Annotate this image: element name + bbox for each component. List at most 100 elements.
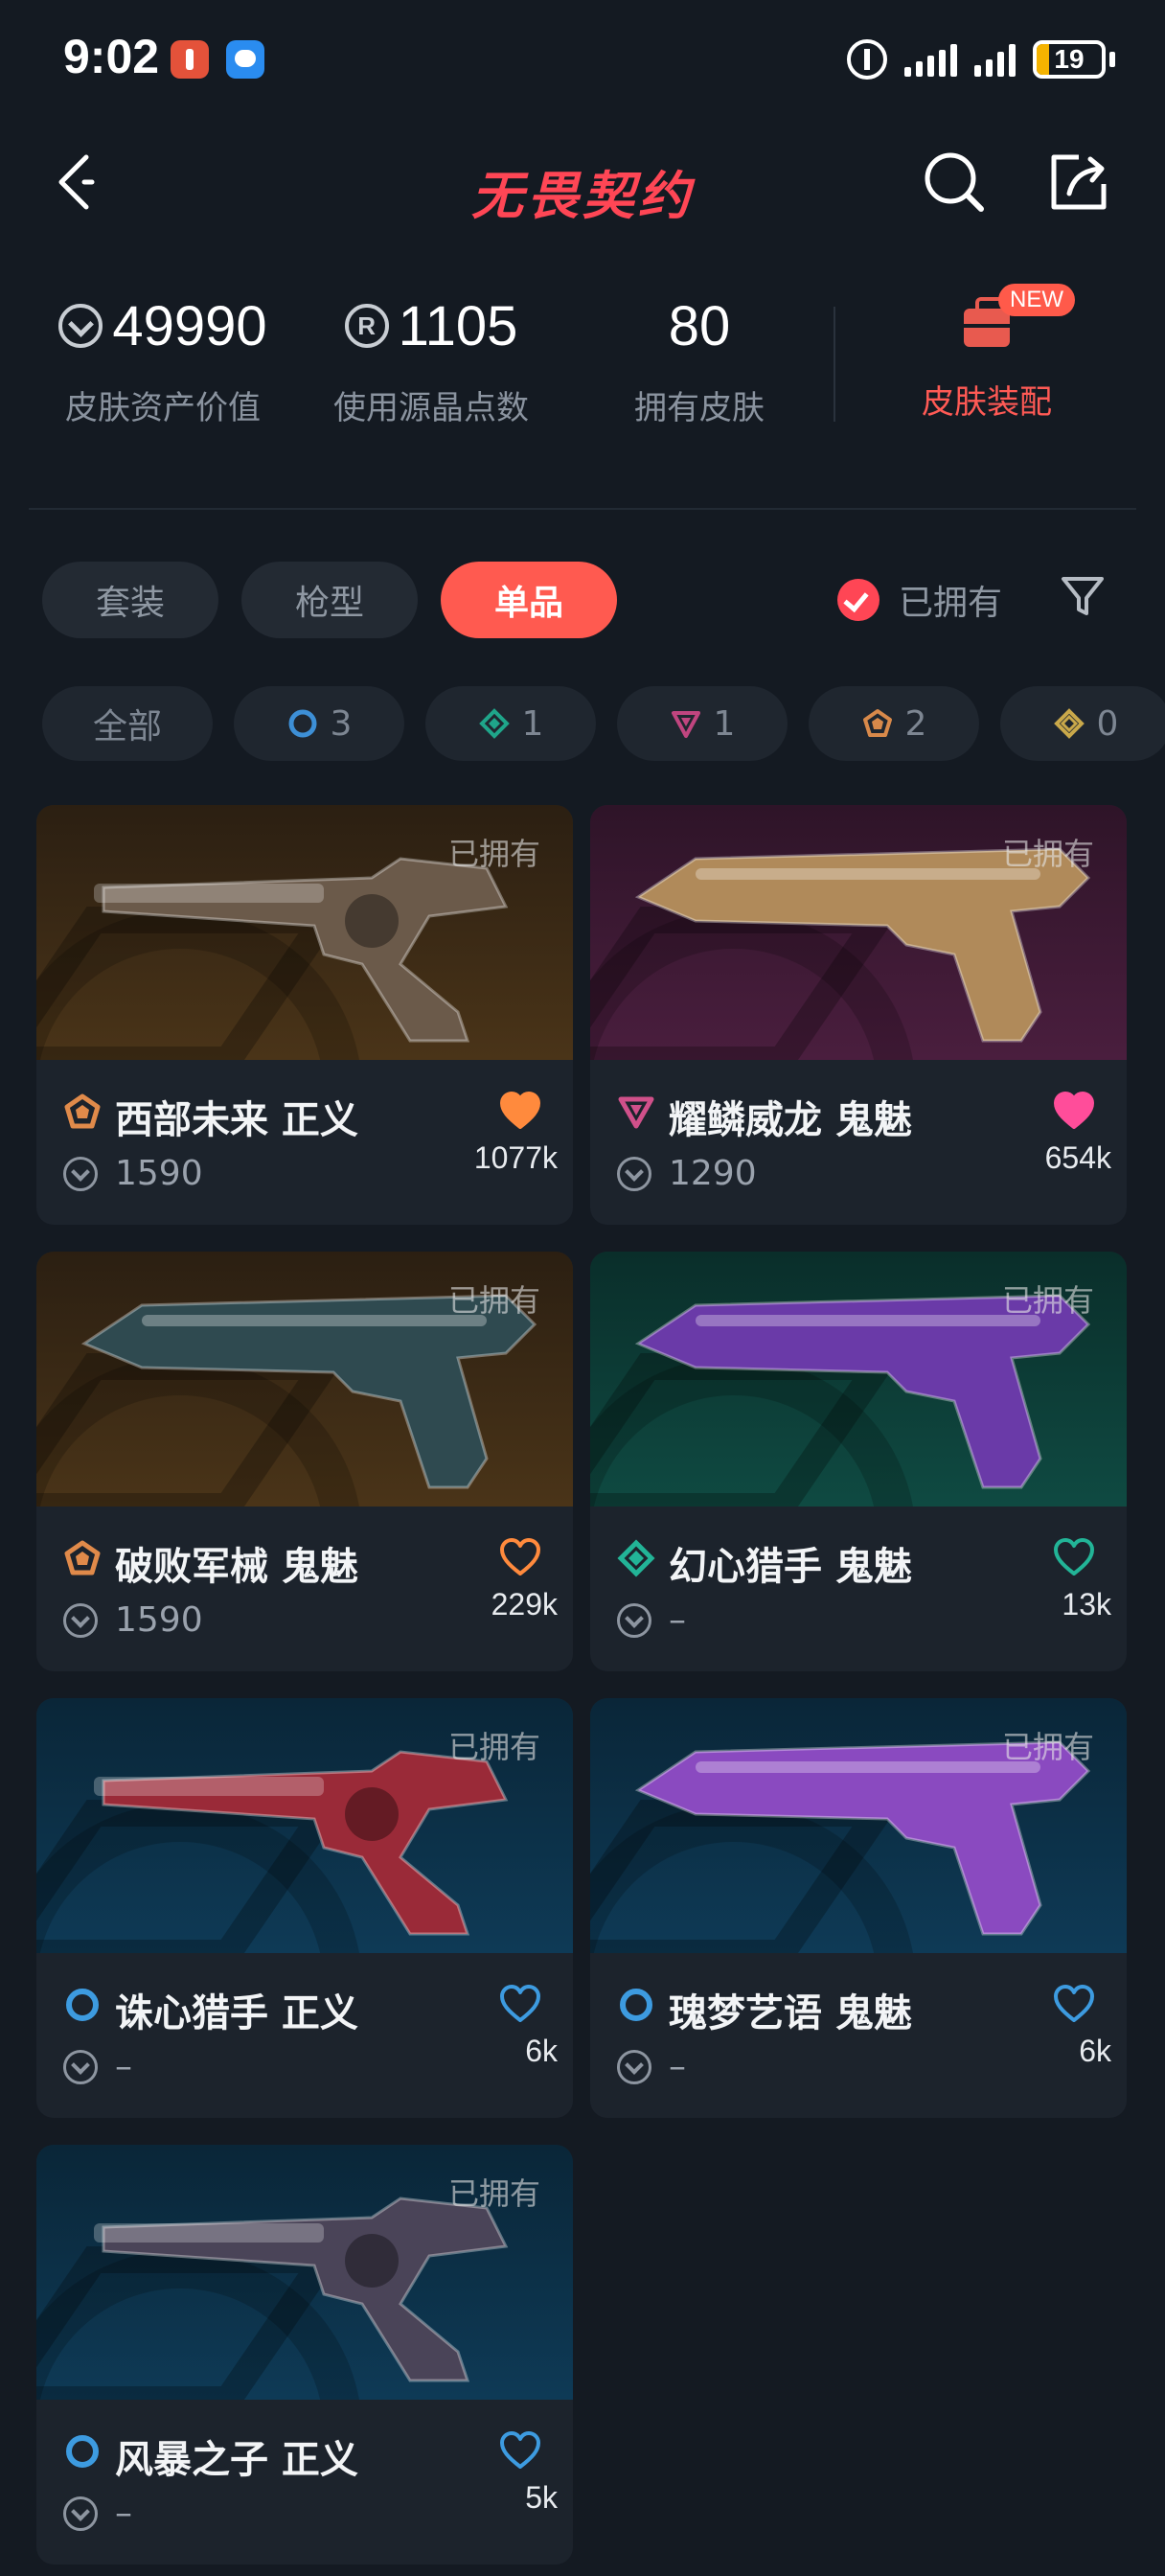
skin-price-value: – [115,2494,132,2533]
chip-select-tier[interactable]: 3 [234,686,404,761]
skin-price: 1290 [617,1154,757,1193]
search-button[interactable] [916,144,993,220]
asset-value: 49990 [112,294,267,357]
skin-price: – [63,2047,132,2086]
tab-single-items[interactable]: 单品 [441,562,617,638]
tier-filter-chips: 全部 3 1 1 2 0 [42,686,1165,761]
notification-app-icon [171,40,209,79]
like-count: 5k [525,2480,558,2515]
like-button[interactable] [498,1984,542,2024]
deluxe-tier-icon [478,707,511,740]
chip-ultra-count: 0 [1096,703,1119,744]
skin-name: 破败军械 鬼魅 [115,1545,358,1589]
heart-icon [1054,1985,1094,2022]
owned-tag: 已拥有 [1001,836,1094,872]
chip-deluxe-tier[interactable]: 1 [425,686,596,761]
filter-button[interactable] [1058,571,1108,621]
like-button[interactable] [1052,1537,1096,1577]
stats-divider [834,307,835,422]
premium-tier-icon [670,707,702,740]
chip-exclusive-tier[interactable]: 2 [809,686,979,761]
battery-level: 19 [1054,44,1085,74]
chip-deluxe-count: 1 [521,703,544,744]
skin-image: 已拥有 [36,805,573,1060]
heart-icon [500,1538,540,1576]
chip-all-label: 全部 [92,707,162,747]
skin-image: 已拥有 [36,2145,573,2400]
owned-tag: 已拥有 [447,2175,540,2212]
skin-info: 瑰梦艺语 鬼魅 – 6k [590,1953,1127,2118]
chip-premium-tier[interactable]: 1 [617,686,788,761]
skin-image: 已拥有 [36,1252,573,1506]
tab-weapon-type[interactable]: 枪型 [241,562,418,638]
chip-all[interactable]: 全部 [42,686,213,761]
skin-name: 耀鳞威龙 鬼魅 [669,1098,912,1142]
like-count: 13k [1062,1587,1111,1622]
chip-premium-count: 1 [713,703,736,744]
owned-tag: 已拥有 [1001,1729,1094,1765]
exclusive-tier-icon [63,1539,102,1587]
battery-icon: 19 [1033,40,1106,79]
skin-price-value: – [669,1600,686,1640]
stats-panel: 49990 皮肤资产价值 R 1105 使用源晶点数 80 拥有皮肤 NEW 皮… [0,284,1165,450]
skin-info: 风暴之子 正义 – 5k [36,2400,573,2564]
skin-image: 已拥有 [590,1252,1127,1506]
skin-image: 已拥有 [36,1698,573,1953]
valorant-points-icon [63,2496,98,2531]
like-button[interactable] [498,1537,542,1577]
valorant-points-icon [63,1602,98,1638]
volte-icon [847,39,887,80]
like-count: 6k [1079,2034,1111,2068]
like-button[interactable] [498,2430,542,2471]
skin-title: 瑰梦艺语 鬼魅 [617,1982,912,2037]
section-divider [29,508,1136,510]
skin-loadout-button[interactable]: NEW 皮肤装配 [891,284,1083,423]
skin-title: 风暴之子 正义 [63,2428,358,2484]
like-button[interactable] [1052,1984,1096,2024]
skin-card[interactable]: 已拥有 耀鳞威龙 鬼魅 1290 654k [590,805,1127,1225]
chip-ultra-tier[interactable]: 0 [1000,686,1165,761]
skin-info: 西部未来 正义 1590 1077k [36,1060,573,1225]
heart-icon [1054,1092,1094,1129]
valorant-points-icon [58,304,103,348]
like-count: 1077k [473,1140,558,1175]
status-indicators: 19 [847,36,1115,82]
skin-title: 幻心猎手 鬼魅 [617,1535,912,1591]
skin-card[interactable]: 已拥有 西部未来 正义 1590 1077k [36,805,573,1225]
skin-price-value: – [115,2047,132,2086]
app-header: 无畏契约 [0,134,1165,230]
owned-tag: 已拥有 [447,1282,540,1319]
owned-tag: 已拥有 [447,1729,540,1765]
chip-select-count: 3 [330,703,353,744]
skin-title: 西部未来 正义 [63,1089,358,1144]
owned-filter-toggle[interactable]: 已拥有 [837,575,1002,625]
like-button[interactable] [1052,1091,1096,1131]
share-button[interactable] [1040,144,1117,220]
valorant-points-icon [617,1602,651,1638]
signal-icon-2 [974,42,1016,77]
like-count: 6k [525,2034,558,2068]
category-tabs: 套装 枪型 单品 [42,562,617,638]
valorant-points-icon [63,2049,98,2084]
skin-card[interactable]: 已拥有 诛心猎手 正义 – 6k [36,1698,573,2118]
skin-name: 西部未来 正义 [115,1098,358,1142]
exclusive-tier-icon [861,707,894,740]
checked-icon [837,579,879,621]
like-count: 229k [491,1587,558,1622]
like-button[interactable] [498,1091,542,1131]
skin-title: 破败军械 鬼魅 [63,1535,358,1591]
skin-price: – [617,2047,686,2086]
skin-price-value: – [669,2047,686,2086]
stat-asset-value: 49990 皮肤资产价值 [48,288,278,428]
skin-info: 幻心猎手 鬼魅 – 13k [590,1506,1127,1671]
skin-card[interactable]: 已拥有 风暴之子 正义 – 5k [36,2145,573,2564]
skin-card[interactable]: 已拥有 瑰梦艺语 鬼魅 – 6k [590,1698,1127,2118]
skin-card[interactable]: 已拥有 破败军械 鬼魅 1590 229k [36,1252,573,1671]
skin-price: 1590 [63,1154,203,1193]
skin-loadout-label: 皮肤装配 [922,383,1052,422]
skin-image: 已拥有 [590,1698,1127,1953]
tab-bundles[interactable]: 套装 [42,562,218,638]
skin-price-value: 1590 [115,1154,203,1193]
skin-card[interactable]: 已拥有 幻心猎手 鬼魅 – 13k [590,1252,1127,1671]
skin-name: 瑰梦艺语 鬼魅 [669,1991,912,2036]
